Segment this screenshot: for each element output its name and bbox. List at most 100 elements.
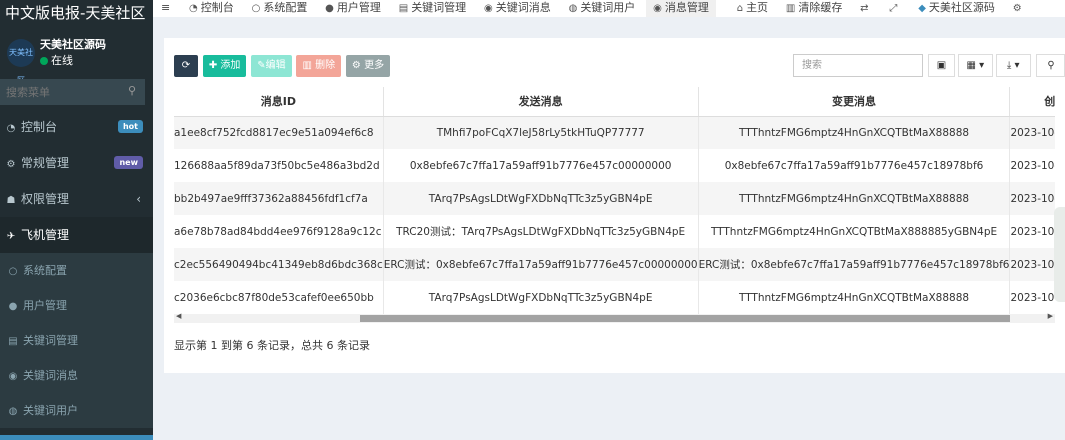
scrollbar-thumb[interactable]: [360, 315, 1010, 322]
sidebar-item-keyword-management[interactable]: ▤ 关键词管理: [0, 323, 153, 358]
plane-icon: ✈: [6, 231, 16, 242]
user-menu[interactable]: ◆ 天美社区源码: [911, 0, 1002, 17]
column-header-created-time[interactable]: 创建时间: [1009, 87, 1055, 117]
clear-cache-button[interactable]: ▥ 清除缓存: [779, 0, 849, 17]
export-button[interactable]: ⤓ ▾: [995, 54, 1031, 77]
advanced-search-button[interactable]: ⚲: [1036, 54, 1065, 77]
translate-button[interactable]: ⇄: [853, 0, 878, 17]
comment-icon: ◉: [484, 3, 493, 14]
fullscreen-icon: ⤢: [889, 3, 898, 14]
sidebar-item-system-config[interactable]: ○ 系统配置: [0, 253, 153, 288]
chevron-left-icon: ‹: [136, 192, 141, 206]
menu-search-input[interactable]: [0, 79, 145, 105]
sidebar-item-plane[interactable]: ✈ 飞机管理: [0, 217, 153, 253]
cell-message-id: a1ee8cf752fcd8817ec9e51a094ef6c8: [174, 116, 384, 149]
sidebar-item-label: 系统配置: [23, 264, 67, 277]
tab-keyword-management[interactable]: ▤ 关键词管理: [392, 0, 473, 17]
refresh-icon: ⟳: [181, 60, 191, 71]
table-toolbar: ⟳ ✚ 添加 ✎编辑 ▥ 删除 ⚙ 更多: [174, 55, 391, 77]
home-icon: ⌂: [736, 3, 744, 14]
cell-changed-message: TTThntzFMG6mptz4HnGnXCQTBtMaX88888: [698, 116, 1011, 149]
table-search-input[interactable]: 搜索: [793, 54, 923, 77]
tab-keyword-messages[interactable]: ◉ 关键词消息: [477, 0, 558, 17]
settings-button[interactable]: ⚙: [1006, 0, 1032, 17]
sidebar-item-user-management[interactable]: ● 用户管理: [0, 288, 153, 323]
cell-message-id: bb2b497ae9fff37362a88456fdf1cf7a: [174, 182, 384, 215]
top-navbar: ≡ ◔ 控制台 ○ 系统配置 ● 用户管理 ▤ 关键词管理 ◉ 关键词消息 ◍ 关键词用户 …: [153, 0, 1065, 17]
tab-label: 关键词消息: [495, 1, 551, 14]
plus-icon: ✚: [208, 60, 218, 71]
sidebar-item-keyword-users[interactable]: ◍ 关键词用户: [0, 393, 153, 428]
cell-send-message: ERC测试：0x8ebfe67c7ffa17a59aff91b7776e457c…: [383, 248, 699, 281]
sidebar-item-label: 权限管理: [21, 192, 70, 206]
tab-user-management[interactable]: ● 用户管理: [318, 0, 388, 17]
group-icon: ☗: [6, 195, 16, 206]
new-badge: new: [114, 156, 143, 169]
sidebar-item-general[interactable]: ⚙ 常规管理 new: [0, 145, 153, 181]
search-icon[interactable]: ⚲: [128, 84, 136, 97]
sidebar-item-label: 常规管理: [21, 156, 70, 170]
user-avatar: 天美社区: [7, 39, 35, 85]
delete-label: 删除: [315, 60, 336, 71]
table-row[interactable]: bb2b497ae9fff37362a88456fdf1cf7a TArq7Ps…: [174, 182, 1055, 215]
file-icon: ▤: [398, 3, 409, 14]
cell-changed-message: TTThntzFMG6mptz4HnGnXCQTBtMaX88888: [698, 182, 1011, 215]
columns-button[interactable]: ▦ ▾: [957, 54, 993, 77]
cell-message-id: c2ec556490494bc41349eb8d6bdc368c: [174, 248, 384, 281]
dashboard-icon: ◔: [189, 3, 198, 14]
table-row[interactable]: a6e78b78ad84bdd4ee976f9128a9c12c TRC20测试…: [174, 215, 1055, 248]
scroll-right-arrow-icon[interactable]: ▶: [1048, 312, 1053, 320]
tab-label: 控制台: [200, 1, 234, 14]
hot-badge: hot: [117, 120, 143, 133]
table-row[interactable]: c2036e6cbc87f80de53cafef0ee650bb TArq7Ps…: [174, 281, 1055, 314]
more-button[interactable]: ⚙ 更多: [345, 55, 391, 77]
add-button[interactable]: ✚ 添加: [202, 55, 247, 77]
refresh-button[interactable]: ⟳: [174, 55, 198, 77]
tab-keyword-users[interactable]: ◍ 关键词用户: [562, 0, 643, 17]
sidebar-toggle-button[interactable]: ≡: [153, 0, 178, 17]
online-dot-icon: [40, 57, 48, 65]
user-circle-icon: ◍: [568, 3, 578, 14]
sidebar-item-permissions[interactable]: ☗ 权限管理 ‹: [0, 181, 153, 217]
sidebar-item-dashboard[interactable]: ◔ 控制台 hot: [0, 109, 153, 145]
table-row[interactable]: c2ec556490494bc41349eb8d6bdc368c ERC测试：0…: [174, 248, 1055, 281]
hamburger-icon: ≡: [161, 1, 171, 14]
translate-icon: ⇄: [860, 3, 869, 14]
tab-label: 系统配置: [263, 1, 308, 14]
edit-button[interactable]: ✎编辑: [251, 55, 292, 77]
comment-icon: ◉: [653, 3, 662, 14]
pencil-icon: ✎: [257, 60, 266, 71]
sidebar-item-keyword-messages[interactable]: ◉ 关键词消息: [0, 358, 153, 393]
column-header-changed-message[interactable]: 变更消息: [698, 87, 1011, 117]
main-panel: ⟳ ✚ 添加 ✎编辑 ▥ 删除 ⚙ 更多 搜索 ▣ ▦ ▾ ⤓ ▾ ⚲ 消息ID…: [164, 38, 1065, 373]
brand-title[interactable]: 中文版电报-天美社区: [0, 0, 153, 26]
tab-dashboard[interactable]: ◔ 控制台: [182, 0, 241, 17]
trash-icon: ▥: [302, 60, 312, 71]
menu-search: ⚲: [0, 79, 145, 105]
sidebar-item-label: 用户管理: [23, 299, 67, 312]
sidebar-menu: ◔ 控制台 hot ⚙ 常规管理 new ☗ 权限管理 ‹ ✈ 飞机管理 ○ 系统配置 ●…: [0, 109, 153, 428]
horizontal-scrollbar[interactable]: ◀ ▶: [174, 312, 1055, 323]
scroll-left-arrow-icon[interactable]: ◀: [176, 312, 181, 320]
table-row[interactable]: a1ee8cf752fcd8817ec9e51a094ef6c8 TMhfi7p…: [174, 116, 1055, 149]
toggle-view-button[interactable]: ▣: [928, 54, 955, 77]
delete-button[interactable]: ▥ 删除: [296, 55, 342, 77]
home-link[interactable]: ⌂ 主页: [730, 0, 775, 17]
tab-message-management[interactable]: ◉ 消息管理: [646, 0, 716, 17]
file-icon: ▤: [8, 336, 18, 347]
table-row[interactable]: 126688aa5f89da73f50bc5e486a3bd2d 0x8ebfe…: [174, 149, 1055, 182]
cell-created-time: 2023-10-13 14:19:28: [1009, 149, 1055, 182]
fullscreen-button[interactable]: ⤢: [882, 0, 907, 17]
column-header-message-id[interactable]: 消息ID: [174, 87, 384, 117]
floating-side-widget[interactable]: [1054, 207, 1065, 302]
cell-send-message: 0x8ebfe67c7ffa17a59aff91b7776e457c000000…: [383, 149, 699, 182]
column-header-send-message[interactable]: 发送消息: [383, 87, 699, 117]
cogs-icon: ⚙: [6, 159, 16, 170]
tab-label: 关键词用户: [580, 1, 636, 14]
tab-system-config[interactable]: ○ 系统配置: [245, 0, 315, 17]
cell-changed-message: TTThntzFMG6mptz4HnGnXCQTBtMaX888885yGBN4…: [698, 215, 1011, 248]
avatar-icon: ◆: [918, 3, 926, 14]
sidebar-item-label: 关键词用户: [23, 404, 78, 417]
tab-label: 用户管理: [336, 1, 381, 14]
export-icon: ⤓ ▾: [1006, 60, 1020, 71]
